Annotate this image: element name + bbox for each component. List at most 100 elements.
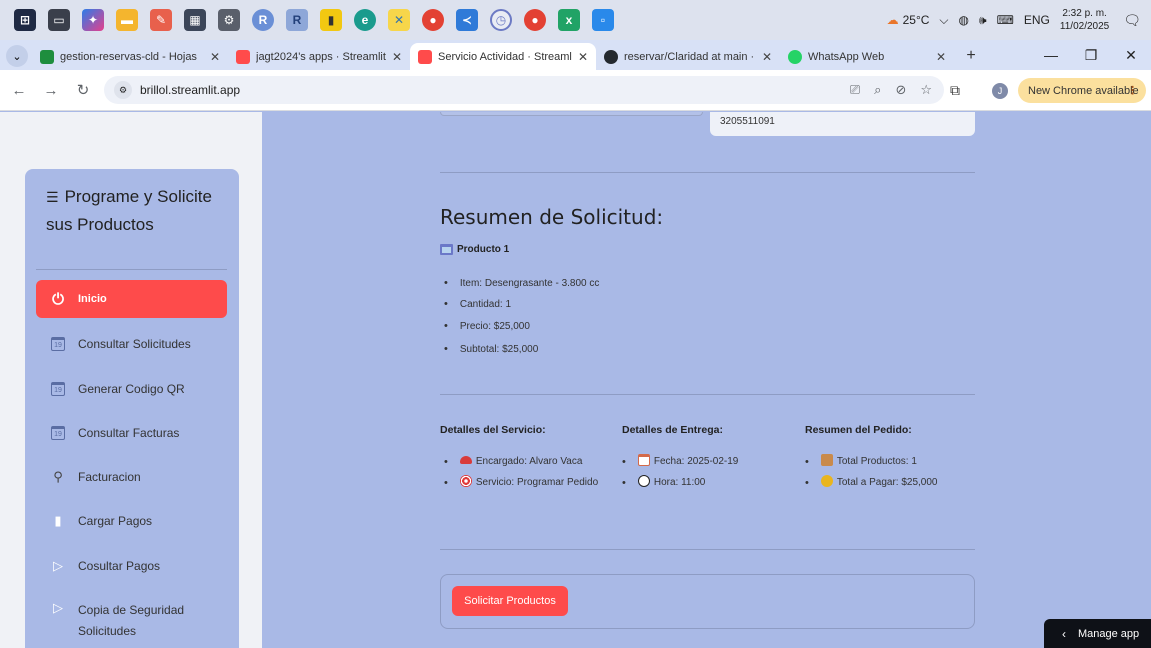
paint-icon[interactable]: ✎ <box>150 9 172 31</box>
phone-field[interactable]: 3205511091 <box>710 112 975 136</box>
window-controls: — ❐ ✕ <box>1031 40 1151 70</box>
settings-icon[interactable]: ⚙ <box>218 9 240 31</box>
copilot-icon[interactable]: ✦ <box>82 9 104 31</box>
keyboard-icon[interactable]: ⌨ <box>997 13 1014 27</box>
sidebar-item-label: Consultar Solicitudes <box>78 337 191 351</box>
more-menu-icon[interactable]: ⋮ <box>1127 84 1138 97</box>
profile-avatar[interactable]: J <box>992 83 1008 99</box>
clock[interactable]: 2:32 p. m. 11/02/2025 <box>1060 7 1109 33</box>
windows-start-icon[interactable]: ⊞ <box>14 9 36 31</box>
new-tab-button[interactable]: + <box>960 45 982 67</box>
rstudio-icon[interactable]: R <box>286 9 308 31</box>
power-bi-icon[interactable]: ▮ <box>320 9 342 31</box>
weather-temp[interactable]: 25°C <box>903 13 930 27</box>
address-bar: ← → ↻ ⚙ brillol.streamlit.app ⎚ ⌕ ⊘ ☆ ⧉ … <box>0 70 1151 111</box>
site-info-icon[interactable]: ⚙ <box>114 81 132 99</box>
install-app-icon[interactable]: ⎚ <box>850 82 860 98</box>
sidebar-item-consultar-solicitudes[interactable]: 19 Consultar Solicitudes <box>36 333 227 355</box>
extensions-icon[interactable]: ⧉ <box>950 82 960 99</box>
manage-app-button[interactable]: ‹ Manage app <box>1044 619 1151 648</box>
person-icon: ⚲ <box>53 469 63 484</box>
sidebar-item-cargar-pagos[interactable]: ▮ Cargar Pagos <box>36 510 227 532</box>
restore-icon[interactable]: ❐ <box>1071 47 1111 64</box>
zoom-icon[interactable]: ⌕ <box>874 82 881 98</box>
tab-hojas[interactable]: gestion-reservas-cld - Hojas ✕ <box>32 43 228 70</box>
url-input[interactable]: ⚙ brillol.streamlit.app ⎚ ⌕ ⊘ ☆ <box>104 76 944 104</box>
task-view-icon[interactable]: ▭ <box>48 9 70 31</box>
summary-title: Resumen de Solicitud: <box>440 205 664 229</box>
eye-off-icon[interactable]: ⊘ <box>895 82 906 98</box>
tab-title: reservar/Claridad at main · ja <box>624 50 756 63</box>
clipboard-icon: ▮ <box>54 513 62 528</box>
back-icon[interactable]: ← <box>6 82 32 99</box>
azure-icon[interactable]: ▫ <box>592 9 614 31</box>
language-indicator[interactable]: ENG <box>1024 13 1050 27</box>
calculator-icon[interactable]: ▦ <box>184 9 206 31</box>
list-item: • Fecha: 2025-02-19 <box>622 454 739 468</box>
sidebar-item-label: Copia de Seguridad Solicitudes <box>78 603 185 638</box>
tab-title: gestion-reservas-cld - Hojas <box>60 50 197 63</box>
python-icon[interactable]: ✕ <box>388 9 410 31</box>
reload-icon[interactable]: ↻ <box>70 81 96 99</box>
close-icon[interactable]: ✕ <box>392 50 402 64</box>
edge-icon[interactable]: e <box>354 9 376 31</box>
close-icon[interactable]: ✕ <box>936 50 946 64</box>
close-window-icon[interactable]: ✕ <box>1111 47 1151 64</box>
folder-icon <box>440 244 453 255</box>
chrome-profile-icon[interactable]: ● <box>524 9 546 31</box>
calendar-icon <box>637 454 650 466</box>
clock-icon <box>637 475 650 487</box>
omnibox-actions: ⎚ ⌕ ⊘ ☆ <box>836 76 932 104</box>
total-productos-text: Total Productos: 1 <box>836 456 917 467</box>
bookmark-star-icon[interactable]: ☆ <box>920 82 932 98</box>
sidebar-item-consultar-facturas[interactable]: 19 Consultar Facturas <box>36 422 227 444</box>
hora-text: Hora: 11:00 <box>653 477 706 488</box>
chevron-up-icon[interactable]: ⌵ <box>939 13 948 28</box>
close-icon[interactable]: ✕ <box>578 50 588 64</box>
service-details-heading: Detalles del Servicio: <box>440 424 546 436</box>
sidebar-item-cosultar-pagos[interactable]: ▷ Cosultar Pagos <box>36 555 227 577</box>
network-icon[interactable]: ◍ <box>959 13 969 27</box>
github-icon <box>604 49 618 64</box>
list-item: Item: Desengrasante - 3.800 cc <box>444 277 600 289</box>
menu-list-icon: ☰ <box>46 189 59 205</box>
tab-search-button[interactable]: ⌄ <box>6 45 28 67</box>
url-text: brillol.streamlit.app <box>140 83 241 97</box>
forward-icon[interactable]: → <box>38 82 64 99</box>
close-icon[interactable]: ✕ <box>762 50 772 64</box>
sidebar-item-inicio[interactable]: ⏻ Inicio <box>36 280 227 318</box>
sidebar-divider <box>36 269 227 270</box>
list-item: Subtotal: $25,000 <box>444 343 538 355</box>
tab-servicio-actividad[interactable]: Servicio Actividad · Streamlit ✕ <box>410 43 596 70</box>
clock-app-icon[interactable]: ◷ <box>490 9 512 31</box>
chrome-icon[interactable]: ● <box>422 9 444 31</box>
calendar-icon: 19 <box>50 381 66 397</box>
weather-icon[interactable]: ☁ <box>887 13 899 27</box>
list-item: Cantidad: 1 <box>444 298 511 310</box>
volume-icon[interactable]: 🕪 <box>979 13 987 28</box>
close-icon[interactable]: ✕ <box>210 50 220 64</box>
notification-icon[interactable]: 🗨 <box>1123 12 1141 29</box>
clock-time: 2:32 p. m. <box>1062 8 1107 19</box>
solicitar-productos-button[interactable]: Solicitar Productos <box>452 586 568 616</box>
divider <box>440 549 975 550</box>
sidebar-item-facturacion[interactable]: ⚲ Facturacion <box>36 466 227 488</box>
play-icon: ▷ <box>53 600 63 615</box>
excel-icon[interactable]: x <box>558 9 580 31</box>
text-area-bottom-edge[interactable] <box>440 112 703 116</box>
tab-apps[interactable]: jagt2024's apps · Streamlit ✕ <box>228 43 410 70</box>
phone-value: 3205511091 <box>720 116 775 127</box>
sidebar-item-generar-codigo-qr[interactable]: 19 Generar Codigo QR <box>36 378 227 400</box>
file-explorer-icon[interactable]: ▬ <box>116 9 138 31</box>
tab-title: WhatsApp Web <box>808 50 885 63</box>
tab-whatsapp[interactable]: WhatsApp Web ✕ <box>780 43 954 70</box>
vscode-icon[interactable]: ≺ <box>456 9 478 31</box>
r-icon[interactable]: R <box>252 9 274 31</box>
sidebar-item-label: Cosultar Pagos <box>78 559 161 573</box>
minimize-icon[interactable]: — <box>1031 47 1071 63</box>
tab-github[interactable]: reservar/Claridad at main · ja ✕ <box>596 43 780 70</box>
encargado-text: Encargado: Alvaro Vaca <box>475 456 583 467</box>
car-icon <box>459 456 472 464</box>
sidebar-item-copia-de-seguridad[interactable]: ▷ Copia de Seguridad Solicitudes <box>36 600 227 640</box>
chrome-update-button[interactable]: New Chrome available ⋮ <box>1018 78 1146 103</box>
